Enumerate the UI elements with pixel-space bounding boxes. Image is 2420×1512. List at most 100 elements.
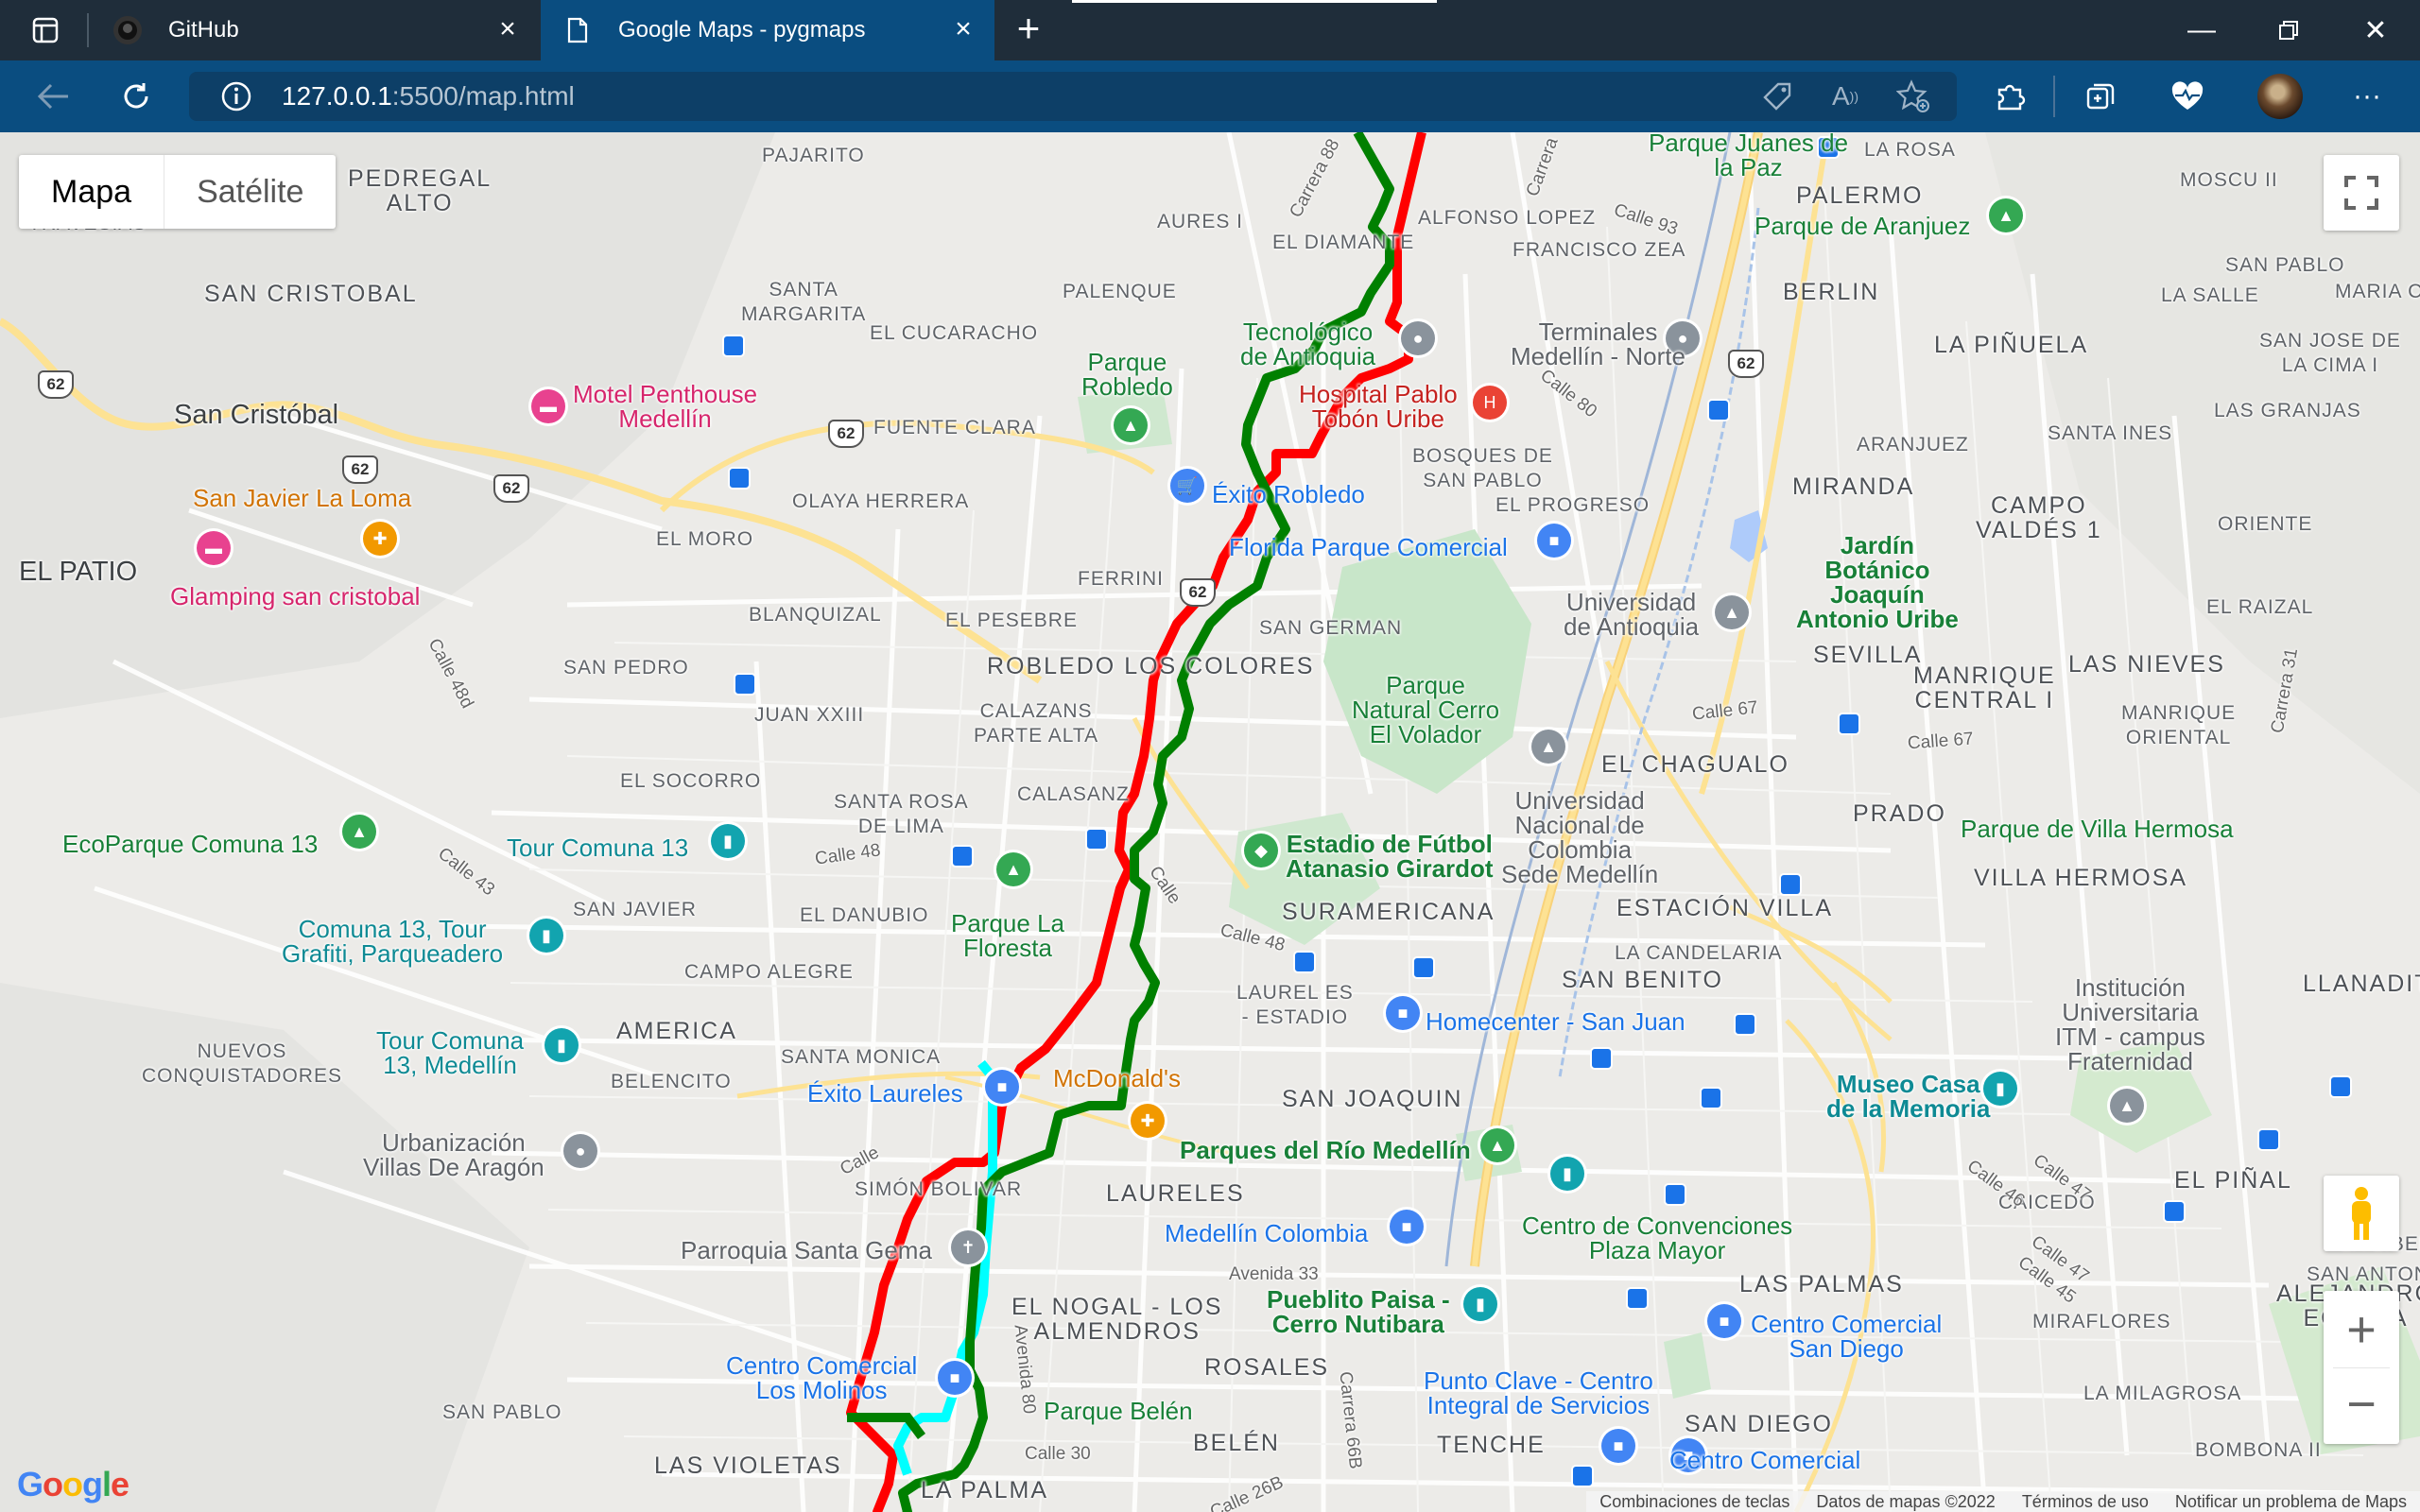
poi-glamping[interactable]: Glamping san cristobal — [170, 584, 420, 609]
metro-station-icon[interactable] — [728, 467, 751, 490]
poi-comuna13-grafiti[interactable]: Comuna 13, Tour Grafiti, Parqueadero — [282, 917, 503, 966]
tab-google-maps[interactable]: Google Maps - pygmaps × — [541, 0, 994, 60]
poi-cc-molinos[interactable]: Centro Comercial Los Molinos — [726, 1353, 917, 1402]
map-type-satellite-button[interactable]: Satélite — [164, 155, 336, 229]
university-pin-icon[interactable]: ▲ — [1715, 595, 1749, 629]
attraction-pin-icon[interactable]: ▮ — [544, 1028, 579, 1062]
attraction-pin-icon[interactable]: ▮ — [1463, 1287, 1497, 1321]
church-pin-icon[interactable]: ✝ — [951, 1230, 985, 1264]
poi-estadio[interactable]: Estadio de Fútbol Atanasio Girardot — [1286, 832, 1494, 881]
poi-punto-clave[interactable]: Punto Clave - Centro Integral de Servicio… — [1424, 1368, 1653, 1418]
landmark-pin-icon[interactable]: ● — [563, 1134, 597, 1168]
poi-parque-robledo[interactable]: Parque Robledo — [1081, 350, 1173, 399]
tab-actions-icon[interactable] — [17, 11, 74, 49]
shopping-pin-icon[interactable]: ■ — [1601, 1429, 1635, 1463]
poi-hospital[interactable]: Hospital Pablo Tobón Uribe — [1299, 382, 1458, 431]
shopping-pin-icon[interactable]: ■ — [938, 1361, 972, 1395]
museum-pin-icon[interactable]: ▮ — [529, 919, 563, 953]
metro-station-icon[interactable] — [1412, 956, 1435, 979]
poi-exito-robledo[interactable]: Éxito Robledo — [1212, 482, 1365, 507]
close-tab-icon[interactable]: × — [949, 15, 977, 43]
zoom-in-button[interactable]: + — [2324, 1292, 2399, 1367]
shopping-pin-icon[interactable]: ■ — [985, 1070, 1019, 1104]
metro-station-icon[interactable] — [1293, 951, 1316, 973]
more-menu-icon[interactable]: ··· — [2344, 74, 2390, 119]
url-text[interactable]: 127.0.0.1:5500/map.html — [282, 81, 575, 112]
report-problem-link[interactable]: Notificar un problema de Maps — [2162, 1491, 2420, 1512]
poi-jardin[interactable]: Jardín Botánico Joaquín Antonio Uribe — [1796, 533, 1959, 631]
metro-station-icon[interactable] — [2163, 1200, 2186, 1223]
university-pin-icon[interactable]: ▲ — [1531, 730, 1565, 764]
poi-tour-comuna13-medellin[interactable]: Tour Comuna 13, Medellín — [376, 1028, 524, 1077]
park-pin-icon[interactable]: ▲ — [996, 852, 1030, 886]
poi-urbanizacion[interactable]: Urbanización Villas De Aragón — [363, 1130, 544, 1179]
metro-station-icon[interactable] — [1734, 1013, 1756, 1036]
stadium-pin-icon[interactable]: ◆ — [1244, 833, 1278, 868]
poi-tour-comuna13[interactable]: Tour Comuna 13 — [507, 835, 688, 860]
minimize-icon[interactable]: — — [2159, 0, 2244, 60]
restaurant-pin-icon[interactable]: ✚ — [1131, 1104, 1165, 1138]
tag-icon[interactable] — [1754, 74, 1800, 119]
poi-cc-san-diego[interactable]: Centro Comercial San Diego — [1751, 1312, 1942, 1361]
zoom-out-button[interactable]: − — [2324, 1368, 2399, 1444]
tab-github[interactable]: GitHub × — [91, 0, 539, 60]
google-logo[interactable]: Google — [17, 1465, 130, 1504]
attraction-pin-icon[interactable]: ▮ — [1550, 1157, 1584, 1191]
metro-station-icon[interactable] — [1664, 1183, 1686, 1206]
hotel-pin-icon[interactable]: ▬ — [197, 531, 231, 565]
close-window-icon[interactable]: ✕ — [2333, 0, 2418, 60]
poi-mcdonalds[interactable]: McDonald's — [1053, 1066, 1181, 1091]
poi-motel[interactable]: Motel Penthouse Medellín — [573, 382, 757, 431]
poi-terminales[interactable]: Terminales Medellín - Norte — [1511, 319, 1685, 369]
terms-link[interactable]: Términos de uso — [2009, 1491, 2162, 1512]
poi-parque-volador[interactable]: Parque Natural Cerro El Volador — [1352, 673, 1499, 747]
park-pin-icon[interactable]: ▲ — [1989, 198, 2023, 232]
reload-icon[interactable] — [113, 74, 159, 119]
metro-station-icon[interactable] — [1085, 828, 1108, 850]
restore-icon[interactable] — [2246, 0, 2331, 60]
poi-unal[interactable]: Universidad Nacional de Colombia Sede Medel… — [1501, 788, 1658, 886]
park-pin-icon[interactable]: ▲ — [1114, 408, 1148, 442]
hospital-pin-icon[interactable]: H — [1473, 386, 1507, 420]
museum-pin-icon[interactable]: ▮ — [711, 824, 745, 858]
extensions-icon[interactable] — [1987, 74, 2032, 119]
shopping-pin-icon[interactable]: ■ — [1386, 996, 1420, 1030]
back-icon[interactable] — [30, 74, 76, 119]
landmark-pin-icon[interactable]: ● — [1401, 321, 1435, 355]
shopping-pin-icon[interactable]: ■ — [1390, 1210, 1424, 1244]
metro-station-icon[interactable] — [1838, 713, 1860, 735]
hotel-pin-icon[interactable]: ▬ — [531, 389, 565, 423]
map-canvas[interactable]: 62 62 62 62 62 62 ▬ ✚ ▬ ▲ H ● ● ▲ 🛒 ■ ▲ … — [0, 132, 2420, 1512]
read-aloud-icon[interactable]: A)) — [1823, 74, 1868, 119]
metro-station-icon[interactable] — [1571, 1465, 1594, 1487]
metro-station-icon[interactable] — [1779, 873, 1802, 896]
keyboard-shortcuts-link[interactable]: Combinaciones de teclas — [1586, 1491, 1803, 1512]
poi-parque-villa-hermosa[interactable]: Parque de Villa Hermosa — [1961, 816, 2234, 841]
poi-medellin-colombia[interactable]: Medellín Colombia — [1165, 1221, 1368, 1246]
poi-parque-aranjuez[interactable]: Parque de Aranjuez — [1754, 214, 1970, 238]
poi-universidad-antioquia[interactable]: Universidad de Antioquia — [1564, 590, 1699, 639]
shopping-pin-icon[interactable]: ■ — [1707, 1304, 1741, 1338]
collections-icon[interactable] — [2078, 74, 2123, 119]
poi-parque-juanes[interactable]: Parque Juanes de la Paz — [1649, 132, 1848, 180]
close-tab-icon[interactable]: × — [493, 15, 522, 43]
metro-station-icon[interactable] — [722, 335, 745, 357]
shopping-pin-icon[interactable]: ■ — [1537, 524, 1571, 558]
park-pin-icon[interactable]: ▲ — [1480, 1128, 1514, 1162]
poi-exito-laureles[interactable]: Éxito Laureles — [807, 1081, 963, 1106]
poi-tecnologico[interactable]: Tecnológico de Antioquia — [1240, 319, 1375, 369]
poi-parques-rio[interactable]: Parques del Río Medellín — [1180, 1138, 1471, 1162]
new-tab-button[interactable]: + — [1008, 9, 1049, 49]
metro-station-icon[interactable] — [1700, 1087, 1722, 1109]
metro-station-icon[interactable] — [2329, 1075, 2352, 1098]
park-pin-icon[interactable]: ▲ — [342, 815, 376, 849]
poi-parque-floresta[interactable]: Parque La Floresta — [951, 911, 1064, 960]
metro-station-icon[interactable] — [1626, 1287, 1649, 1310]
metro-station-icon[interactable] — [1590, 1047, 1613, 1070]
metro-station-icon[interactable] — [1707, 399, 1730, 421]
poi-parroquia[interactable]: Parroquia Santa Gema — [681, 1238, 932, 1263]
metro-station-icon[interactable] — [734, 673, 756, 696]
poi-museo[interactable]: Museo Casa de la Memoria — [1826, 1072, 1990, 1121]
university-pin-icon[interactable]: ▲ — [2110, 1089, 2144, 1123]
poi-florida[interactable]: Florida Parque Comercial — [1229, 535, 1508, 559]
